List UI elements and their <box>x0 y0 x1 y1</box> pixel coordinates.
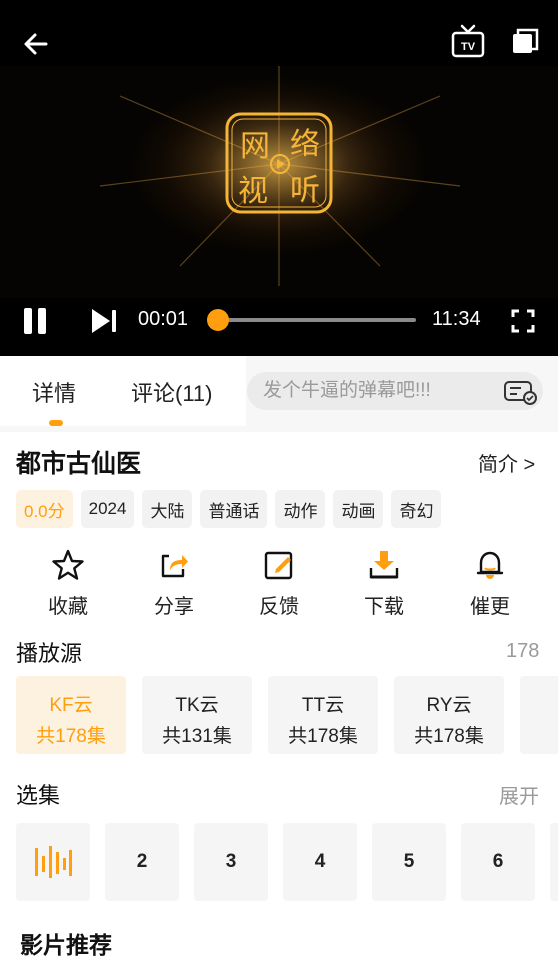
danmu-settings-icon[interactable] <box>503 378 539 406</box>
video-player[interactable]: 网 络 视 听 <box>0 66 558 298</box>
tv-badge-text: TV <box>461 41 476 53</box>
svg-text:网: 网 <box>240 129 270 164</box>
episode-list[interactable]: 2 3 4 5 6 <box>16 823 558 901</box>
source-item-ry[interactable]: RY云 共178集 <box>394 676 504 754</box>
share-button[interactable]: 分享 <box>134 548 214 619</box>
favorite-button[interactable]: 收藏 <box>28 548 108 619</box>
episode-item[interactable]: 6 <box>461 823 535 901</box>
tab-bar: 详情 评论(11) <box>0 356 558 432</box>
source-name: RY云 <box>426 695 472 716</box>
bell-icon <box>476 551 504 579</box>
progress-bar[interactable] <box>207 309 416 331</box>
episode-1-playing[interactable] <box>16 823 90 901</box>
tag-language: 普通话 <box>200 490 268 528</box>
svg-text:络: 络 <box>290 127 320 162</box>
source-episode-count: 共 <box>520 721 558 748</box>
sources-title: 播放源 <box>16 641 83 666</box>
top-bar: TV <box>0 0 558 66</box>
danmu-input[interactable] <box>263 378 495 404</box>
pause-icon <box>24 308 46 334</box>
sources-count: 178 <box>506 640 540 662</box>
fullscreen-button[interactable] <box>510 308 536 334</box>
broadcast-logo: 网 络 视 听 <box>99 66 461 286</box>
download-label: 下载 <box>364 596 404 618</box>
tag-list: 0.0分 2024 大陆 普通话 动作 动画 奇幻 <box>16 490 442 528</box>
source-episode-count: 共178集 <box>288 726 358 747</box>
source-item-kf[interactable]: KF云 共178集 <box>16 676 126 754</box>
download-icon <box>369 551 399 579</box>
back-button[interactable] <box>18 26 54 62</box>
favorite-label: 收藏 <box>48 596 88 618</box>
skip-next-icon <box>92 309 116 333</box>
source-item-tk[interactable]: TK云 共131集 <box>142 676 252 754</box>
svg-text:视: 视 <box>238 174 268 209</box>
fullscreen-icon <box>511 309 535 333</box>
intro-link[interactable]: 简介 > <box>478 448 535 477</box>
pause-button[interactable] <box>20 306 52 336</box>
tag-genre-animation: 动画 <box>333 490 384 528</box>
tag-year: 2024 <box>80 490 135 528</box>
show-title: 都市古仙医 <box>16 450 142 478</box>
tab-comments[interactable]: 评论(11) <box>131 376 213 408</box>
picture-in-picture-icon <box>513 28 539 53</box>
remind-update-button[interactable]: 催更 <box>450 548 530 619</box>
episode-item[interactable]: 3 <box>194 823 268 901</box>
tag-genre-fantasy: 奇幻 <box>391 490 442 528</box>
episode-item[interactable]: 5 <box>372 823 446 901</box>
share-label: 分享 <box>154 596 194 618</box>
source-episode-count: 共131集 <box>162 726 232 747</box>
danmu-box <box>247 372 543 410</box>
equalizer-bars-icon <box>35 846 72 878</box>
tv-cast-button[interactable]: TV <box>450 24 486 60</box>
tag-region: 大陆 <box>142 490 193 528</box>
episode-item[interactable]: 4 <box>283 823 357 901</box>
edit-feedback-icon <box>264 551 293 580</box>
episode-item-partial[interactable] <box>550 823 558 901</box>
action-bar: 收藏 分享 反馈 下载 催更 <box>0 548 558 618</box>
tab-details[interactable]: 详情 <box>32 376 76 408</box>
total-time: 11:34 <box>432 308 481 330</box>
active-tab-indicator <box>49 420 63 426</box>
episodes-expand[interactable]: 展开 <box>499 780 539 809</box>
star-icon <box>52 549 84 580</box>
next-episode-button[interactable] <box>88 306 122 336</box>
source-name: TK云 <box>175 695 219 716</box>
tv-cast-icon: TV <box>451 24 485 58</box>
download-button[interactable]: 下载 <box>344 548 424 619</box>
source-episode-count: 共178集 <box>414 726 484 747</box>
source-item-partial[interactable]: 矢 共 <box>520 676 558 754</box>
share-icon <box>161 554 188 578</box>
player-controls: 00:01 11:34 <box>0 298 558 356</box>
episode-item[interactable]: 2 <box>105 823 179 901</box>
pip-button[interactable] <box>510 26 542 58</box>
source-name: TT云 <box>301 695 345 716</box>
source-item-tt[interactable]: TT云 共178集 <box>268 676 378 754</box>
feedback-button[interactable]: 反馈 <box>239 548 319 619</box>
tag-genre-action: 动作 <box>275 490 326 528</box>
episodes-title: 选集 <box>16 783 61 808</box>
source-episode-count: 共178集 <box>36 726 106 747</box>
current-time: 00:01 <box>138 308 189 330</box>
arrow-left-icon <box>24 33 48 55</box>
progress-knob[interactable] <box>207 309 229 331</box>
source-name: 矢 <box>520 690 558 717</box>
recommend-title: 影片推荐 <box>20 932 112 958</box>
svg-text:听: 听 <box>290 173 320 208</box>
source-list[interactable]: KF云 共178集 TK云 共131集 TT云 共178集 RY云 共178集 … <box>16 676 558 754</box>
feedback-label: 反馈 <box>259 596 299 618</box>
source-name: KF云 <box>49 695 93 716</box>
remind-update-label: 催更 <box>470 596 510 618</box>
tag-score: 0.0分 <box>16 490 73 528</box>
